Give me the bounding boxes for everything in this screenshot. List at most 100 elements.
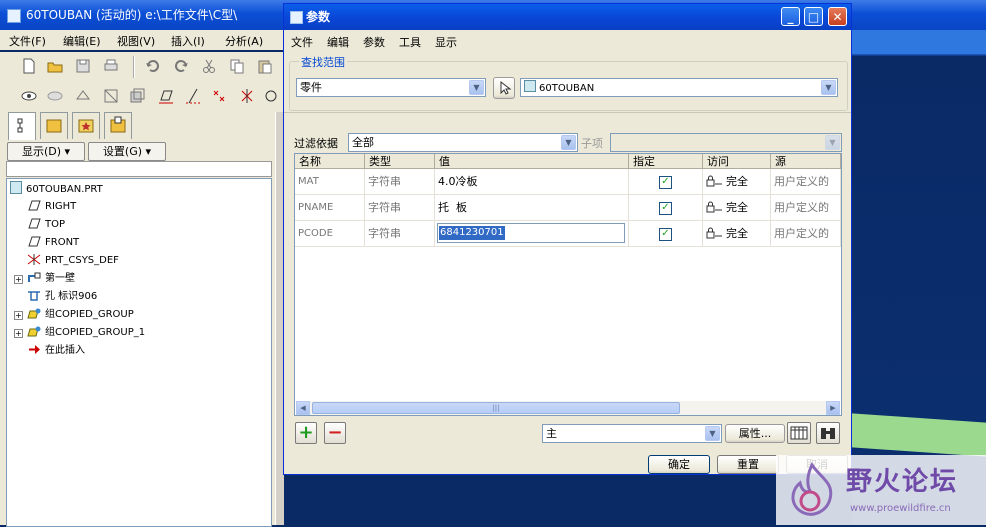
designated-checkbox[interactable]: ✓	[659, 202, 672, 215]
properties-button[interactable]: 属性...	[725, 424, 785, 443]
param-access-cell[interactable]: 完全	[703, 221, 771, 247]
cut-icon[interactable]	[200, 57, 218, 75]
tab-model-tree[interactable]	[8, 112, 36, 140]
menu-insert[interactable]: 插入(I)	[171, 33, 205, 49]
main-window-title: 60TOUBAN (活动的) e:\工作文件\C型\	[26, 8, 238, 22]
expand-toggle[interactable]: +	[14, 275, 23, 284]
dialog-menu-edit[interactable]: 编辑	[327, 34, 349, 50]
column-header-source[interactable]: 源	[771, 154, 841, 169]
spin-center-icon[interactable]	[262, 87, 280, 105]
param-name-cell[interactable]: MAT	[295, 169, 365, 195]
param-type-cell[interactable]: 字符串	[365, 221, 435, 247]
expand-toggle[interactable]: +	[14, 329, 23, 338]
datum-plane-icon	[28, 236, 41, 247]
open-folder-icon[interactable]	[46, 57, 64, 75]
menu-file[interactable]: 文件(F)	[9, 33, 46, 49]
undo-icon[interactable]	[144, 57, 162, 75]
add-parameter-button[interactable]: +	[295, 422, 317, 444]
tree-item-front[interactable]: FRONT	[27, 235, 79, 251]
save-icon[interactable]	[74, 57, 92, 75]
param-value-cell[interactable]: 4.0冷板	[435, 169, 629, 195]
expand-toggle[interactable]: +	[14, 311, 23, 320]
copy-icon[interactable]	[228, 57, 246, 75]
param-source-cell[interactable]: 用户定义的	[771, 195, 841, 221]
main-select[interactable]: 主 ▼	[542, 424, 722, 443]
dialog-menu-file[interactable]: 文件	[291, 34, 313, 50]
scroll-left-icon[interactable]: ◀	[296, 401, 310, 415]
wireframe-icon[interactable]	[74, 87, 92, 105]
param-value-cell[interactable]: 托 板	[435, 195, 629, 221]
table-columns-button[interactable]	[787, 422, 811, 444]
tree-item-copied-group[interactable]: 组COPIED_GROUP	[27, 307, 134, 323]
hidden-line-icon[interactable]	[46, 87, 64, 105]
reset-button[interactable]: 重置	[717, 455, 779, 474]
remove-parameter-button[interactable]: −	[324, 422, 346, 444]
menu-view[interactable]: 视图(V)	[117, 33, 155, 49]
scroll-right-icon[interactable]: ▶	[826, 401, 840, 415]
dialog-menu-tools[interactable]: 工具	[399, 34, 421, 50]
param-type-cell[interactable]: 字符串	[365, 169, 435, 195]
param-type-cell[interactable]: 字符串	[365, 195, 435, 221]
new-file-icon[interactable]	[20, 57, 38, 75]
tree-root[interactable]: 60TOUBAN.PRT	[10, 181, 103, 197]
datum-points-display-icon[interactable]	[210, 87, 228, 105]
folder-browser-icon	[46, 119, 62, 133]
tab-favorites[interactable]	[72, 112, 100, 139]
param-access-cell[interactable]: 完全	[703, 169, 771, 195]
eye-icon[interactable]	[20, 87, 38, 105]
tree-item-first-wall[interactable]: 第一壁	[27, 271, 75, 287]
scope-object-select[interactable]: 60TOUBAN ▼	[520, 78, 838, 97]
tree-item-hole[interactable]: 孔 标识906	[27, 289, 97, 305]
param-source-cell[interactable]: 用户定义的	[771, 221, 841, 247]
main-menubar: 文件(F) 编辑(E) 视图(V) 插入(I) 分析(A)	[0, 30, 283, 50]
dialog-window-icon	[290, 11, 303, 24]
tab-folder-browser[interactable]	[40, 112, 68, 139]
column-header-value[interactable]: 值	[435, 154, 629, 169]
param-value-editor[interactable]: 6841230701	[437, 223, 625, 243]
tree-item-csys[interactable]: PRT_CSYS_DEF	[27, 253, 119, 269]
tree-item-insert-here[interactable]: 在此插入	[27, 343, 85, 359]
dialog-titlebar[interactable]: 参数 _ □ ✕	[284, 4, 851, 30]
dialog-menu-parameters[interactable]: 参数	[363, 34, 385, 50]
minimize-button[interactable]: _	[781, 7, 800, 26]
show-button[interactable]: 显示(D) ▾	[7, 142, 85, 161]
shading-icon[interactable]	[128, 87, 146, 105]
app-window-icon	[7, 9, 21, 23]
column-header-type[interactable]: 类型	[365, 154, 435, 169]
no-hidden-icon[interactable]	[102, 87, 120, 105]
close-button[interactable]: ✕	[828, 7, 847, 26]
table-horizontal-scrollbar[interactable]: ◀ ||| ▶	[296, 401, 840, 415]
maximize-button[interactable]: □	[804, 7, 823, 26]
param-name-cell[interactable]: PCODE	[295, 221, 365, 247]
tree-item-copied-group-1[interactable]: 组COPIED_GROUP_1	[27, 325, 145, 341]
designated-checkbox[interactable]: ✓	[659, 228, 672, 241]
column-header-designated[interactable]: 指定	[629, 154, 703, 169]
dialog-menu-display[interactable]: 显示	[435, 34, 457, 50]
column-header-name[interactable]: 名称	[295, 154, 365, 169]
settings-button[interactable]: 设置(G) ▾	[88, 142, 166, 161]
coordinate-systems-display-icon[interactable]	[238, 87, 256, 105]
param-value-cell: 6841230701	[435, 221, 629, 247]
scrollbar-thumb[interactable]: |||	[312, 402, 680, 414]
param-source-cell[interactable]: 用户定义的	[771, 169, 841, 195]
tree-item-top[interactable]: TOP	[27, 217, 65, 233]
paste-icon[interactable]	[256, 57, 274, 75]
column-header-access[interactable]: 访问	[703, 154, 771, 169]
tab-connections[interactable]	[104, 112, 132, 139]
datum-planes-display-icon[interactable]	[157, 87, 175, 105]
datum-axes-display-icon[interactable]	[184, 87, 202, 105]
menu-analysis[interactable]: 分析(A)	[225, 33, 263, 49]
tree-item-label: RIGHT	[45, 201, 77, 212]
select-object-button[interactable]	[493, 77, 515, 99]
param-access-cell[interactable]: 完全	[703, 195, 771, 221]
designated-checkbox[interactable]: ✓	[659, 176, 672, 189]
tree-item-right[interactable]: RIGHT	[27, 199, 76, 215]
print-icon[interactable]	[102, 57, 120, 75]
param-name-cell[interactable]: PNAME	[295, 195, 365, 221]
menu-edit[interactable]: 编辑(E)	[63, 33, 101, 49]
ok-button[interactable]: 确定	[648, 455, 710, 474]
filter-select[interactable]: 全部 ▼	[348, 133, 578, 152]
redo-icon[interactable]	[172, 57, 190, 75]
scope-type-select[interactable]: 零件 ▼	[296, 78, 486, 97]
find-button[interactable]	[816, 422, 840, 444]
